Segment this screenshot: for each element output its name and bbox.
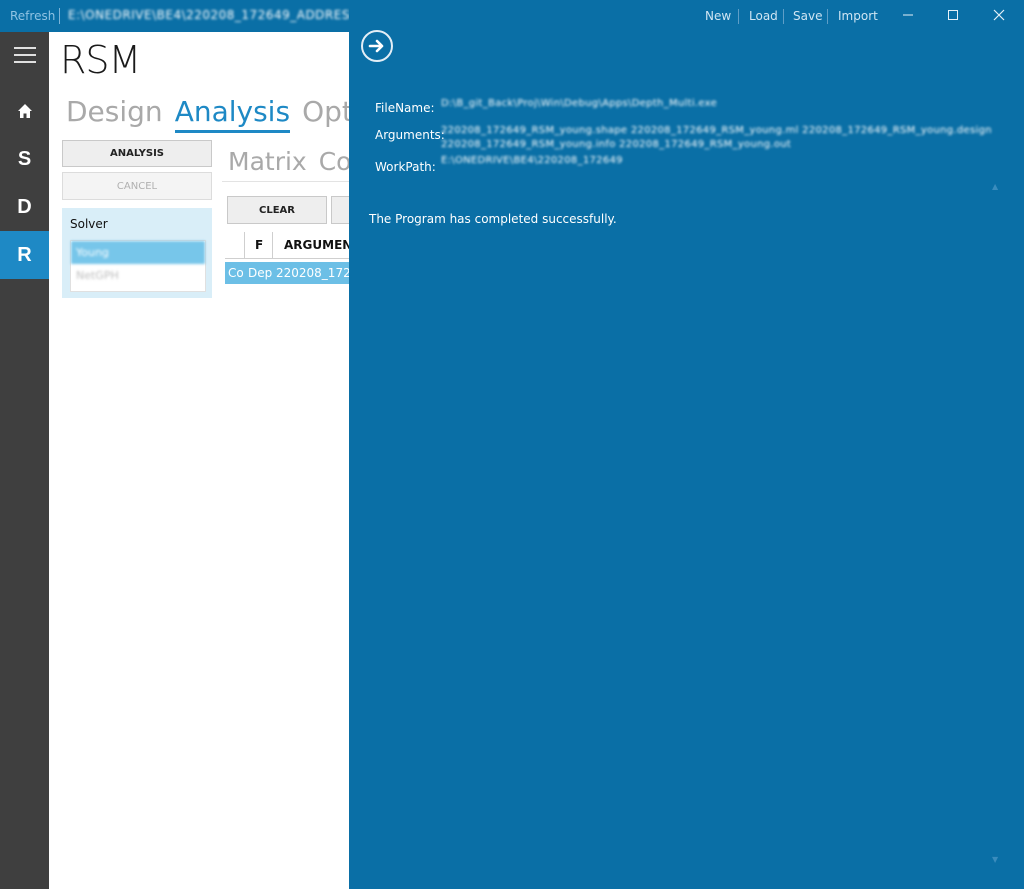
project-path: E:\ONEDRIVE\BE4\220208_172649_ADDRESS: [68, 8, 359, 22]
solver-item-netgph[interactable]: NetGPH: [71, 264, 205, 287]
menu-separator: [783, 9, 784, 24]
maximize-icon[interactable]: [946, 5, 960, 25]
nav-item-d[interactable]: D: [0, 183, 49, 231]
tab-matrix[interactable]: Matrix: [228, 147, 307, 176]
menu-save[interactable]: Save: [793, 9, 822, 23]
subtab-divider: [222, 181, 349, 182]
left-nav: S D R: [0, 32, 49, 889]
menu-new[interactable]: New: [705, 9, 731, 23]
solver-label: Solver: [70, 217, 108, 231]
scroll-up-icon[interactable]: ▲: [992, 182, 998, 191]
arguments-label: Arguments:: [375, 128, 445, 142]
solver-panel: Solver Young NetGPH: [62, 208, 212, 298]
filename-label: FileName:: [375, 101, 435, 115]
grid-header-f[interactable]: F: [255, 232, 263, 258]
hamburger-menu-button[interactable]: [0, 32, 49, 78]
status-message: The Program has completed successfully.: [369, 212, 617, 226]
nav-item-s[interactable]: S: [0, 135, 49, 183]
solver-list[interactable]: Young NetGPH: [70, 240, 206, 292]
grid-column-divider: [244, 232, 245, 258]
home-icon: [17, 104, 32, 118]
scroll-down-icon[interactable]: ▼: [992, 855, 998, 864]
tab-design[interactable]: Design: [66, 95, 163, 130]
analysis-button[interactable]: ANALYSIS: [62, 140, 212, 167]
arguments-value-line1: 220208_172649_RSM_young.shape 220208_172…: [441, 125, 992, 136]
menu-separator: [827, 9, 828, 24]
filename-value: D:\B_git_Back\Proj\Win\Debug\Apps\Depth_…: [441, 98, 718, 109]
back-button[interactable]: [361, 30, 393, 62]
table-cell: 220208_1726: [276, 266, 349, 280]
clear-button[interactable]: CLEAR: [227, 196, 327, 224]
hamburger-icon: [13, 47, 36, 63]
menu-load[interactable]: Load: [749, 9, 778, 23]
arguments-value-line2: 220208_172649_RSM_young.info 220208_1726…: [441, 139, 792, 150]
refresh-button[interactable]: Refresh: [10, 9, 55, 23]
table-cell: Dep: [248, 266, 273, 280]
tab-co[interactable]: Co: [319, 147, 352, 176]
minimize-icon[interactable]: [901, 5, 915, 25]
menu-import[interactable]: Import: [838, 9, 878, 23]
grid-header: F ARGUMENT: [225, 232, 361, 259]
menu-separator: [738, 9, 739, 24]
nav-home[interactable]: [0, 87, 49, 135]
solver-item-young[interactable]: Young: [71, 241, 205, 264]
table-row[interactable]: Co Dep 220208_1726: [225, 262, 349, 284]
close-icon[interactable]: [992, 5, 1006, 25]
tab-analysis[interactable]: Analysis: [174, 95, 291, 133]
table-cell: Co: [228, 266, 244, 280]
app-title: RSM: [60, 38, 141, 82]
grid-column-divider: [272, 232, 273, 258]
nav-item-r[interactable]: R: [0, 231, 49, 279]
flyout-panel: New Load Save Import FileName: D:\B_git_…: [349, 0, 1024, 889]
sub-tabs: Matrix Co: [228, 147, 363, 176]
cancel-button[interactable]: CANCEL: [62, 172, 212, 200]
title-separator: [59, 8, 60, 24]
workpath-label: WorkPath:: [375, 160, 436, 174]
arrow-right-icon: [368, 39, 384, 53]
workpath-value: E:\ONEDRIVE\BE4\220208_172649: [441, 155, 623, 166]
